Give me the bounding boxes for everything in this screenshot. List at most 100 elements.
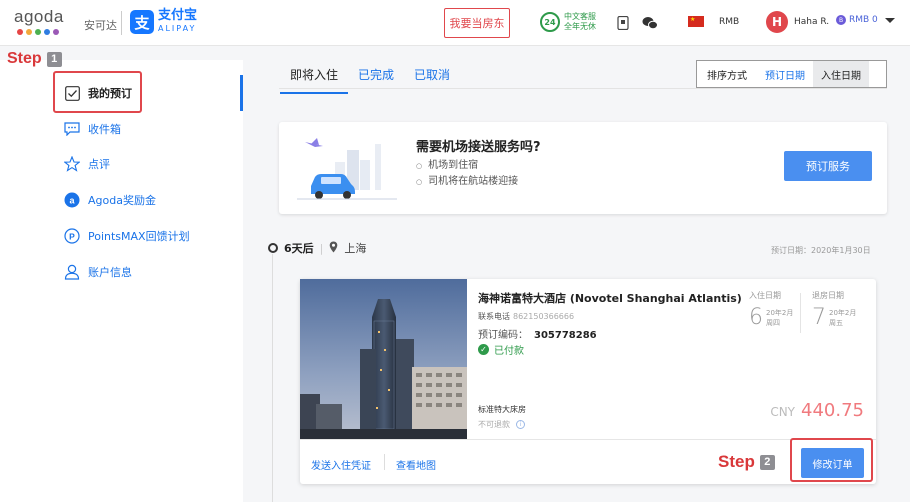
view-map-link[interactable]: 查看地图 [396, 457, 436, 472]
book-service-button[interactable]: 预订服务 [784, 151, 872, 181]
promo-bullet: 机场到住宿 [416, 158, 518, 174]
info-icon[interactable]: i [516, 420, 525, 429]
tabs-divider [279, 88, 887, 89]
sidebar: 我的预订 收件箱 点评 a Agoda奖励金 P PointsMAX回馈计划 账… [0, 60, 243, 502]
currency-selector[interactable]: RMB [719, 17, 739, 27]
booking-date: 预订日期：2020年1月30日 [771, 246, 871, 255]
sidebar-item-pointsmax[interactable]: P PointsMAX回馈计划 [64, 226, 190, 246]
sort-option-booking-date[interactable]: 预订日期 [757, 61, 813, 87]
sidebar-active-indicator [240, 75, 243, 111]
sidebar-item-label: 点评 [88, 158, 110, 171]
refund-policy: 不可退款 i [478, 419, 525, 430]
payment-status-text: 已付款 [494, 346, 524, 357]
contact-phone: 联系电话 862150366666 [478, 311, 574, 322]
send-voucher-link[interactable]: 发送入住凭证 [311, 457, 371, 472]
timeline-line [272, 254, 273, 502]
sidebar-item-agoda-cash[interactable]: a Agoda奖励金 [64, 190, 156, 210]
checkin-day: 6 [749, 305, 763, 330]
sidebar-item-label: 账户信息 [88, 266, 132, 279]
username[interactable]: Haha R. [794, 17, 829, 27]
step-2-annotation: Step 2 [718, 452, 775, 472]
become-host-button[interactable]: 我要当房东 [444, 8, 510, 38]
points-value: RMB 0 [849, 15, 878, 25]
booking-number-value: 305778286 [534, 330, 597, 341]
alipay-logo: 支 支付宝 ALIPAY [130, 8, 198, 34]
step-1-label: Step [7, 50, 42, 67]
price-value: 440.75 [801, 400, 864, 421]
step-1-highlight [53, 71, 142, 113]
step-2-number: 2 [759, 454, 775, 470]
user-icon [64, 264, 80, 280]
step-1-annotation: Step 1 [7, 50, 62, 68]
timeline-circle-icon [268, 243, 278, 253]
alipay-en-text: ALIPAY [158, 24, 197, 33]
booking-number-label: 预订编码： [478, 330, 528, 341]
total-price: CNY 440.75 [770, 400, 864, 421]
support-24h-icon: 24 [540, 12, 560, 32]
checkout-day: 7 [812, 305, 826, 330]
support-line-1: 中文客服 [564, 12, 596, 21]
checkin-month: 20年2月 [766, 308, 794, 317]
points-coin-icon: B [836, 15, 846, 25]
checkin-label: 入住日期 [749, 291, 781, 300]
checkin-weekday: 周四 [766, 318, 780, 327]
support-line-2: 全年无休 [564, 22, 596, 31]
car-city-illustration [297, 138, 397, 200]
chevron-down-icon [884, 17, 895, 23]
checkout-weekday: 周五 [829, 318, 843, 327]
sidebar-item-inbox[interactable]: 收件箱 [64, 119, 121, 139]
alipay-cn-text: 支付宝 [158, 8, 198, 23]
destination-city: 上海 [344, 242, 367, 255]
top-navbar: agoda 安可达 支 支付宝 ALIPAY 我要当房东 24 中文客服 全年无… [0, 0, 910, 46]
contact-number: 862150366666 [513, 312, 575, 321]
partner-label: 安可达 [84, 19, 117, 32]
location-pin-icon [329, 241, 338, 256]
payment-status: ✓ 已付款 [478, 342, 524, 357]
points-icon: P [64, 228, 80, 244]
timeline-header: 6天后 | 上海 [268, 240, 366, 256]
promo-bullet: 司机将在航站楼迎接 [416, 174, 518, 190]
checkout-month: 20年2月 [829, 308, 857, 317]
coin-icon: a [64, 192, 80, 208]
sidebar-item-label: Agoda奖励金 [88, 194, 156, 207]
step-1-number: 1 [46, 51, 62, 67]
customer-support[interactable]: 24 中文客服 全年无休 [540, 12, 596, 32]
check-circle-icon: ✓ [478, 344, 489, 355]
booking-number: 预订编码： 305778286 [478, 326, 597, 341]
svg-text:P: P [69, 232, 75, 242]
hotel-name[interactable]: 海神诺富特大酒店 (Novotel Shanghai Atlantis) [478, 290, 742, 306]
logo-text: agoda [14, 7, 64, 26]
chat-icon [64, 121, 80, 137]
points-balance[interactable]: B RMB 0 [836, 15, 895, 25]
airport-transfer-promo: 需要机场接送服务吗? 机场到住宿 司机将在航站楼迎接 预订服务 [279, 122, 887, 214]
header-divider [121, 11, 122, 35]
refund-policy-text: 不可退款 [478, 420, 510, 429]
price-currency: CNY [770, 405, 796, 419]
date-divider [800, 293, 801, 333]
sort-option-checkin-date[interactable]: 入住日期 [813, 61, 869, 87]
china-flag-icon[interactable]: ★ [688, 16, 704, 27]
alipay-icon: 支 [130, 10, 154, 34]
days-until-checkin: 6天后 [284, 242, 314, 255]
promo-bullets: 机场到住宿 司机将在航站楼迎接 [416, 158, 518, 190]
checkin-date: 入住日期 6 20年2月 周四 [749, 290, 793, 330]
hotel-photo[interactable] [300, 279, 467, 439]
promo-title: 需要机场接送服务吗? [416, 140, 541, 155]
sidebar-item-account[interactable]: 账户信息 [64, 262, 132, 282]
user-avatar[interactable]: H [766, 11, 788, 33]
mobile-app-icon[interactable] [615, 15, 631, 31]
star-icon [64, 156, 80, 172]
sidebar-item-label: 收件箱 [88, 123, 121, 136]
checkout-label: 退房日期 [812, 291, 844, 300]
logo-dots [17, 29, 74, 35]
contact-label: 联系电话 [478, 312, 510, 321]
room-type: 标准特大床房 [478, 405, 526, 414]
wechat-icon[interactable] [642, 15, 658, 31]
checkout-date: 退房日期 7 20年2月 周五 [812, 290, 856, 330]
step-2-highlight [790, 438, 873, 482]
sidebar-item-reviews[interactable]: 点评 [64, 154, 110, 174]
sort-control: 排序方式 预订日期 入住日期 [696, 60, 887, 88]
agoda-logo[interactable]: agoda [14, 8, 74, 40]
sort-label: 排序方式 [707, 70, 747, 82]
sidebar-item-label: PointsMAX回馈计划 [88, 230, 190, 243]
